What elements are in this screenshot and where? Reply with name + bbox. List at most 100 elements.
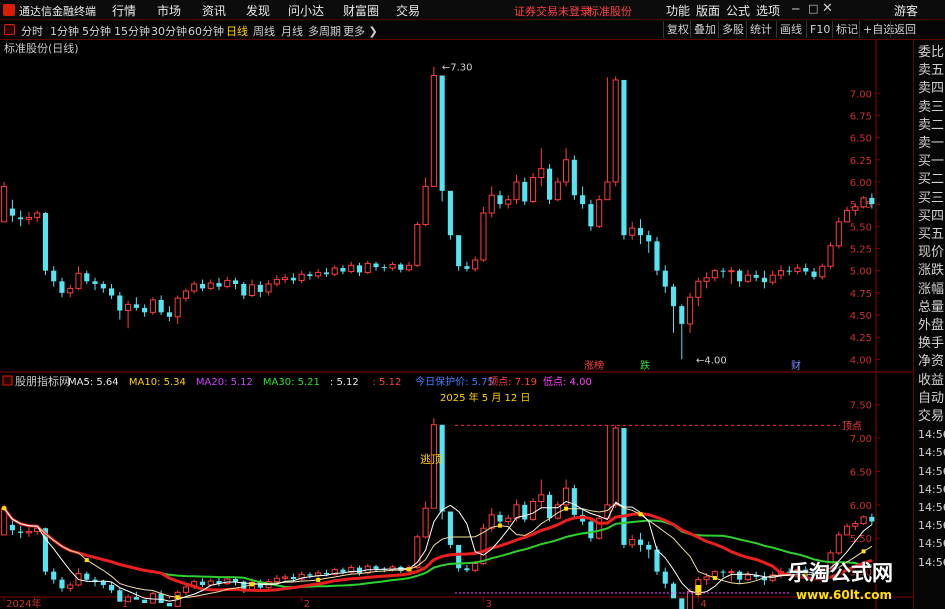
legend-item-7: 顶点: 7.19	[488, 376, 537, 388]
tool-button-1[interactable]: 叠加	[690, 21, 719, 38]
ind-candle-102	[844, 525, 851, 536]
menu-item-6[interactable]: 交易	[396, 2, 420, 19]
ind-candle-35	[290, 576, 296, 579]
side-panel-item-17[interactable]: 净资	[918, 353, 945, 371]
period-tab-3[interactable]: 15分钟	[114, 23, 150, 39]
side-panel-item-7[interactable]: 买二	[918, 171, 945, 189]
right-menu-item-0[interactable]: 功能	[666, 2, 690, 19]
period-tab-7[interactable]: 周线	[253, 23, 275, 39]
side-panel-item-16[interactable]: 换手	[918, 335, 945, 353]
ma10-marker-2	[175, 595, 180, 600]
main-candle-62	[513, 181, 520, 201]
period-tab-0[interactable]: 分时	[21, 23, 43, 39]
side-panel-item-14[interactable]: 总量	[918, 299, 945, 317]
ind-candle-83	[686, 591, 694, 609]
side-panel-item-19[interactable]: 自动	[918, 390, 945, 408]
tool-button-2[interactable]: 多股	[718, 21, 747, 38]
main-candle-40	[331, 267, 338, 275]
main-candle-38	[315, 271, 322, 277]
side-panel-item-15[interactable]: 外盘	[918, 317, 945, 335]
tool-button-4[interactable]: 画线	[776, 21, 805, 38]
side-panel-item-4[interactable]: 卖二	[918, 117, 945, 135]
x-tick-label-4: 4	[700, 599, 706, 609]
side-panel-item-2[interactable]: 卖四	[918, 80, 945, 98]
side-panel-item-22[interactable]: 14:56	[918, 444, 945, 462]
minimize-icon[interactable]: ─	[792, 2, 799, 16]
period-tab-4[interactable]: 30分钟	[151, 23, 187, 39]
ind-candle-2	[18, 531, 24, 533]
main-candle-61	[505, 199, 512, 205]
tool-button-6[interactable]: 标记	[832, 21, 861, 38]
ind-candle-43	[356, 567, 363, 573]
side-panel-item-10[interactable]: 买五	[918, 226, 945, 244]
main-candle-54	[447, 190, 453, 236]
main-candle-37	[307, 274, 313, 276]
side-panel-item-26[interactable]: 14:56	[918, 517, 945, 535]
tool-button-5[interactable]: F10	[806, 21, 833, 38]
right-menu-item-1[interactable]: 版面	[696, 2, 720, 19]
period-tab-1[interactable]: 1分钟	[50, 23, 79, 39]
ma10-marker-8	[638, 512, 643, 517]
period-tab-8[interactable]: 月线	[281, 23, 303, 39]
period-tab-5[interactable]: 60分钟	[188, 23, 224, 39]
ind-candle-61	[505, 517, 512, 523]
period-tab-9[interactable]: 多周期	[308, 23, 341, 39]
guest-label[interactable]: 游客	[894, 2, 918, 19]
menu-item-5[interactable]: 财富圈	[343, 2, 379, 19]
side-panel-item-20[interactable]: 交易	[918, 408, 945, 426]
main-candle-43	[356, 265, 363, 273]
main-candle-0	[1, 185, 8, 223]
side-panel-item-5[interactable]: 卖一	[918, 135, 945, 153]
ind-candle-78	[646, 544, 652, 550]
side-panel-item-12[interactable]: 涨跌	[918, 262, 945, 280]
maximize-icon[interactable]: □	[808, 2, 818, 15]
title-bar: 通达信金融终端 行情 市场 资讯 发现 问小达 财富圈 交易 证券交易未登录 标准股份 功能…	[0, 0, 945, 20]
side-panel-item-27[interactable]: 14:56	[918, 535, 945, 553]
right-menu-item-3[interactable]: 选项	[756, 2, 780, 19]
side-panel-item-28[interactable]: 14:56	[918, 554, 945, 572]
kline-chart[interactable]: 7.006.756.506.256.005.755.505.255.004.75…	[0, 40, 913, 609]
tool-button-3[interactable]: 统计	[746, 21, 775, 38]
tool-button-0[interactable]: 复权	[663, 21, 692, 38]
menu-item-3[interactable]: 发现	[246, 2, 270, 19]
main-candle-36	[298, 273, 305, 281]
side-panel-item-21[interactable]: 14:56	[918, 426, 945, 444]
ind-candle-77	[637, 539, 644, 545]
side-panel-item-3[interactable]: 卖三	[918, 99, 945, 117]
menu-item-2[interactable]: 资讯	[202, 2, 226, 19]
side-panel-item-25[interactable]: 14:56	[918, 499, 945, 517]
menu-item-0[interactable]: 行情	[112, 2, 136, 19]
side-panel-item-23[interactable]: 14:56	[918, 463, 945, 481]
tool-button-8[interactable]: 返回	[890, 21, 919, 38]
period-tab-10[interactable]: 更多 ❯	[343, 23, 378, 39]
ind-candle-10	[84, 573, 90, 580]
menu-item-4[interactable]: 问小达	[288, 2, 324, 19]
main-candle-102	[844, 209, 851, 223]
side-panel-item-9[interactable]: 买四	[918, 208, 945, 226]
ind-candle-80	[662, 571, 668, 584]
side-panel-item-13[interactable]: 涨幅	[918, 281, 945, 299]
period-tab-6[interactable]: 日线	[226, 23, 248, 39]
side-panel-item-24[interactable]: 14:56	[918, 481, 945, 499]
ind-candle-88	[728, 571, 735, 574]
side-panel-item-1[interactable]: 卖五	[918, 62, 945, 80]
main-candle-75	[621, 79, 627, 236]
ind-candle-18	[149, 593, 156, 604]
right-menu-item-2[interactable]: 公式	[726, 2, 750, 19]
side-panel-item-11[interactable]: 现价	[918, 244, 945, 262]
side-panel-item-6[interactable]: 买一	[918, 153, 945, 171]
date-note: 2025 年 5 月 12 日	[440, 391, 530, 404]
panel-toggle-icon[interactable]	[4, 24, 15, 35]
side-panel-item-8[interactable]: 买三	[918, 190, 945, 208]
side-panel-item-18[interactable]: 收益	[918, 372, 945, 390]
side-panel-item-0[interactable]: 委比	[918, 44, 945, 62]
main-candle-70	[580, 195, 586, 205]
main-candle-30	[248, 284, 256, 296]
menu-item-1[interactable]: 市场	[157, 2, 181, 19]
close-icon[interactable]: ✕	[822, 1, 833, 16]
main-candle-42	[348, 264, 355, 273]
login-status[interactable]: 证券交易未登录	[514, 3, 591, 19]
ind-candle-39	[323, 572, 329, 575]
period-tab-2[interactable]: 5分钟	[82, 23, 111, 39]
main-candle-45	[373, 263, 379, 268]
